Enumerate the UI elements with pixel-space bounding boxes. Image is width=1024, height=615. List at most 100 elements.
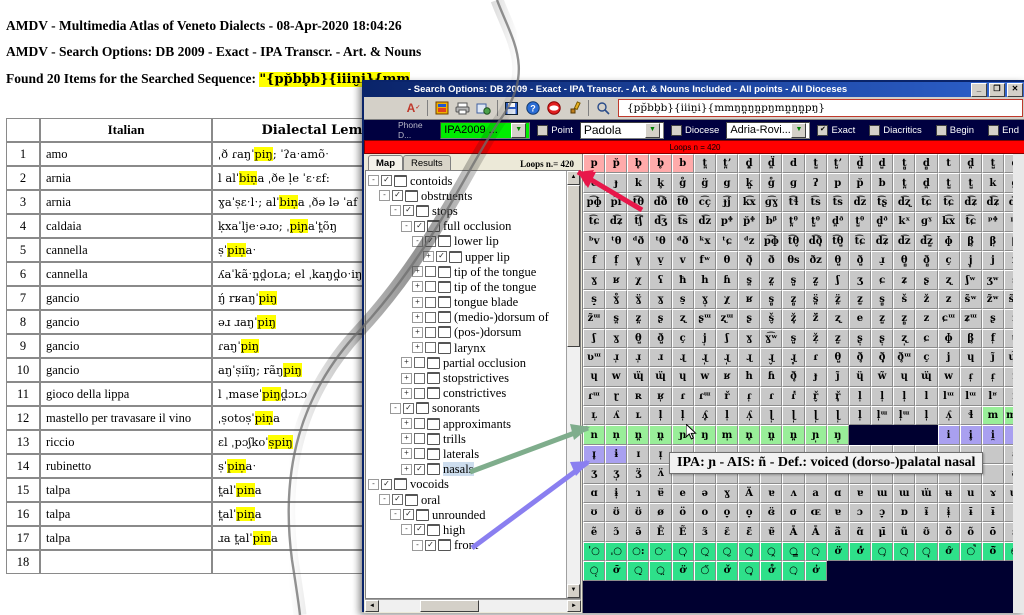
ipa-cell[interactable]: ɻ (738, 347, 761, 368)
ipa-cell[interactable]: ○̚ (959, 541, 982, 562)
ipa-cell[interactable]: ɻ̥ (782, 347, 805, 368)
ipa-cell[interactable]: ơ̄ (605, 561, 628, 581)
ipa-cell[interactable]: ŋ̩ (826, 425, 849, 445)
tab-results[interactable]: Results (403, 155, 451, 170)
expand-icon[interactable]: + (412, 296, 423, 308)
ipa-cell[interactable]: Ē (649, 522, 672, 542)
tree-checkbox[interactable] (414, 448, 425, 460)
ipa-cell[interactable]: ɿ (627, 483, 650, 504)
ipa-cell[interactable]: ø (649, 503, 672, 523)
ipa-cell[interactable]: ẽ (583, 522, 606, 542)
ipa-cell[interactable]: p̆ (605, 154, 628, 174)
ipa-cell[interactable]: ɥ (583, 367, 606, 387)
ipa-cell[interactable]: t̻ (893, 154, 916, 174)
tree-node[interactable]: - ✓ vocoids (368, 477, 566, 492)
tree-node[interactable]: + tip of the tongue (368, 264, 566, 279)
ipa-cell[interactable]: ɣ (649, 289, 672, 310)
ipa-cell[interactable]: d̺ᶞ (871, 212, 894, 232)
ipa-cell[interactable]: h (738, 367, 761, 387)
ipa-cell[interactable]: ɜ̃ (693, 522, 716, 542)
ipa-cell[interactable]: l̩ (915, 406, 938, 426)
ipa-cell[interactable]: ○̭ (760, 541, 783, 562)
ipa-cell[interactable]: ɣ̩ (693, 289, 716, 310)
ipa-cell[interactable]: ð̺ (848, 250, 872, 271)
ipa-cell[interactable]: ʎ̩ (937, 406, 960, 426)
ipa-cell[interactable]: ɸ (937, 328, 960, 348)
grid-vertical-scrollbar[interactable] (1013, 154, 1024, 613)
tree-node[interactable]: + tip of the tongue (368, 279, 566, 294)
ipa-cell[interactable]: ○̣ (804, 541, 827, 562)
maximize-button[interactable]: ❐ (989, 83, 1005, 97)
ipa-cell[interactable]: ðz (804, 250, 827, 271)
ipa-cell[interactable]: ɕ (871, 270, 894, 290)
ipa-cell[interactable]: ʑᵚ (959, 309, 982, 329)
ipa-cell[interactable]: ○̗ (871, 541, 894, 562)
ipa-cell[interactable]: i̥ (959, 425, 982, 445)
ipa-cell[interactable]: ɰ̈ (915, 367, 938, 387)
ipa-cell[interactable]: d̪̈ (760, 154, 783, 174)
collapse-icon[interactable]: - (412, 235, 423, 247)
phone-category-tree[interactable]: - ✓ contoids - ✓ obstruents - ✓ stops - ✓ full occl… (366, 171, 566, 598)
ipa-cell[interactable]: z̺ (871, 309, 894, 329)
ipa-cell[interactable]: s̝ (583, 289, 606, 310)
ipa-cell[interactable]: ʔ (804, 173, 827, 193)
tree-checkbox[interactable] (414, 433, 425, 445)
ipa-cell[interactable]: s̺ (782, 328, 805, 348)
point-checkbox-box[interactable] (537, 124, 549, 136)
ipa-cell[interactable]: ɨ̃ (915, 503, 938, 523)
ipa-cell[interactable]: k͡x (937, 212, 960, 232)
ipa-symbol-grid[interactable]: pp̆b̥b̥bt̪t̪ʼd̪̥d̪̈dt̺t̺ʼd̺̈d̺t̻d̻td̪t̺d… (583, 154, 1024, 581)
save-icon[interactable] (502, 99, 521, 117)
expand-icon[interactable]: + (401, 357, 412, 369)
ipa-cell[interactable]: t͡ɬ (782, 192, 805, 213)
ipa-cell[interactable]: ʃʷ (959, 270, 982, 290)
ipa-cell[interactable]: ʃ (583, 328, 606, 348)
tree-node[interactable]: + trills (368, 431, 566, 446)
ipa-cell[interactable]: ɾᵚ (693, 386, 716, 407)
ipa-cell[interactable]: v̠ (649, 250, 672, 271)
ipa-cell[interactable]: š (893, 289, 916, 310)
ipa-cell[interactable]: d̺̈ (848, 154, 872, 174)
ipa-cell[interactable]: ơ̽ (848, 541, 872, 562)
ipa-cell[interactable]: ○̬ (738, 541, 761, 562)
end-checkbox[interactable]: End (988, 124, 1019, 136)
tree-node[interactable]: + approximants (368, 416, 566, 431)
ipa-cell[interactable]: ð̻ (915, 250, 938, 271)
ipa-cell[interactable]: ○̯ (693, 541, 716, 562)
ipa-cell[interactable]: m (981, 406, 1004, 426)
ipa-cell[interactable]: t͡ʂ (871, 192, 894, 213)
ipa-cell[interactable]: l̩ (893, 386, 916, 407)
ipa-cell[interactable]: k̺ (738, 173, 761, 193)
ipa-cell[interactable]: j̃ (981, 347, 1004, 368)
ipa-cell[interactable]: ɟ (605, 173, 628, 193)
expand-icon[interactable]: + (401, 433, 412, 445)
ipa-cell[interactable]: ɣ (605, 328, 628, 348)
ipa-cell[interactable]: e (671, 483, 694, 504)
ipa-cell[interactable]: θs (782, 250, 805, 271)
ipa-cell[interactable]: s̻ (760, 289, 783, 310)
ipa-cell[interactable]: l̩ᵚ (893, 406, 916, 426)
ipa-cell[interactable]: ɐ (848, 483, 872, 504)
ipa-cell[interactable]: t̪ᶿ (782, 212, 805, 232)
ipa-cell[interactable]: d̪ (915, 173, 938, 193)
ipa-cell[interactable]: ɑ (826, 483, 849, 504)
tree-node[interactable]: + laterals (368, 446, 566, 461)
ipa-cell[interactable]: ð̥ (738, 250, 761, 271)
tree-checkbox[interactable]: ✓ (414, 220, 425, 232)
ipa-cell[interactable]: ʑ (893, 270, 916, 290)
ipa-cell[interactable]: w (937, 367, 960, 387)
hscroll-track[interactable] (379, 600, 567, 612)
ipa-cell[interactable]: ɕ (915, 328, 938, 348)
ipa-cell[interactable]: θ̺ (826, 347, 849, 368)
ipa-cell[interactable]: ö̃ (937, 522, 960, 542)
ipa-cell[interactable]: ř̥ (826, 386, 849, 407)
collapse-icon[interactable]: - (390, 509, 401, 521)
ipa-cell[interactable]: t͡ɕ (583, 212, 606, 232)
ipa-cell[interactable]: ᵏx (693, 231, 716, 251)
ipa-cell[interactable]: l̩ (848, 406, 872, 426)
ipa-cell[interactable]: d͡ʑ (981, 192, 1004, 213)
ipa-cell[interactable]: t͡ɕ (915, 192, 938, 213)
ipa-cell[interactable]: ʂ̩ (848, 328, 872, 348)
tree-node[interactable]: + (medio-)dorsum of (368, 310, 566, 325)
ipa-cell[interactable]: p (583, 154, 606, 174)
